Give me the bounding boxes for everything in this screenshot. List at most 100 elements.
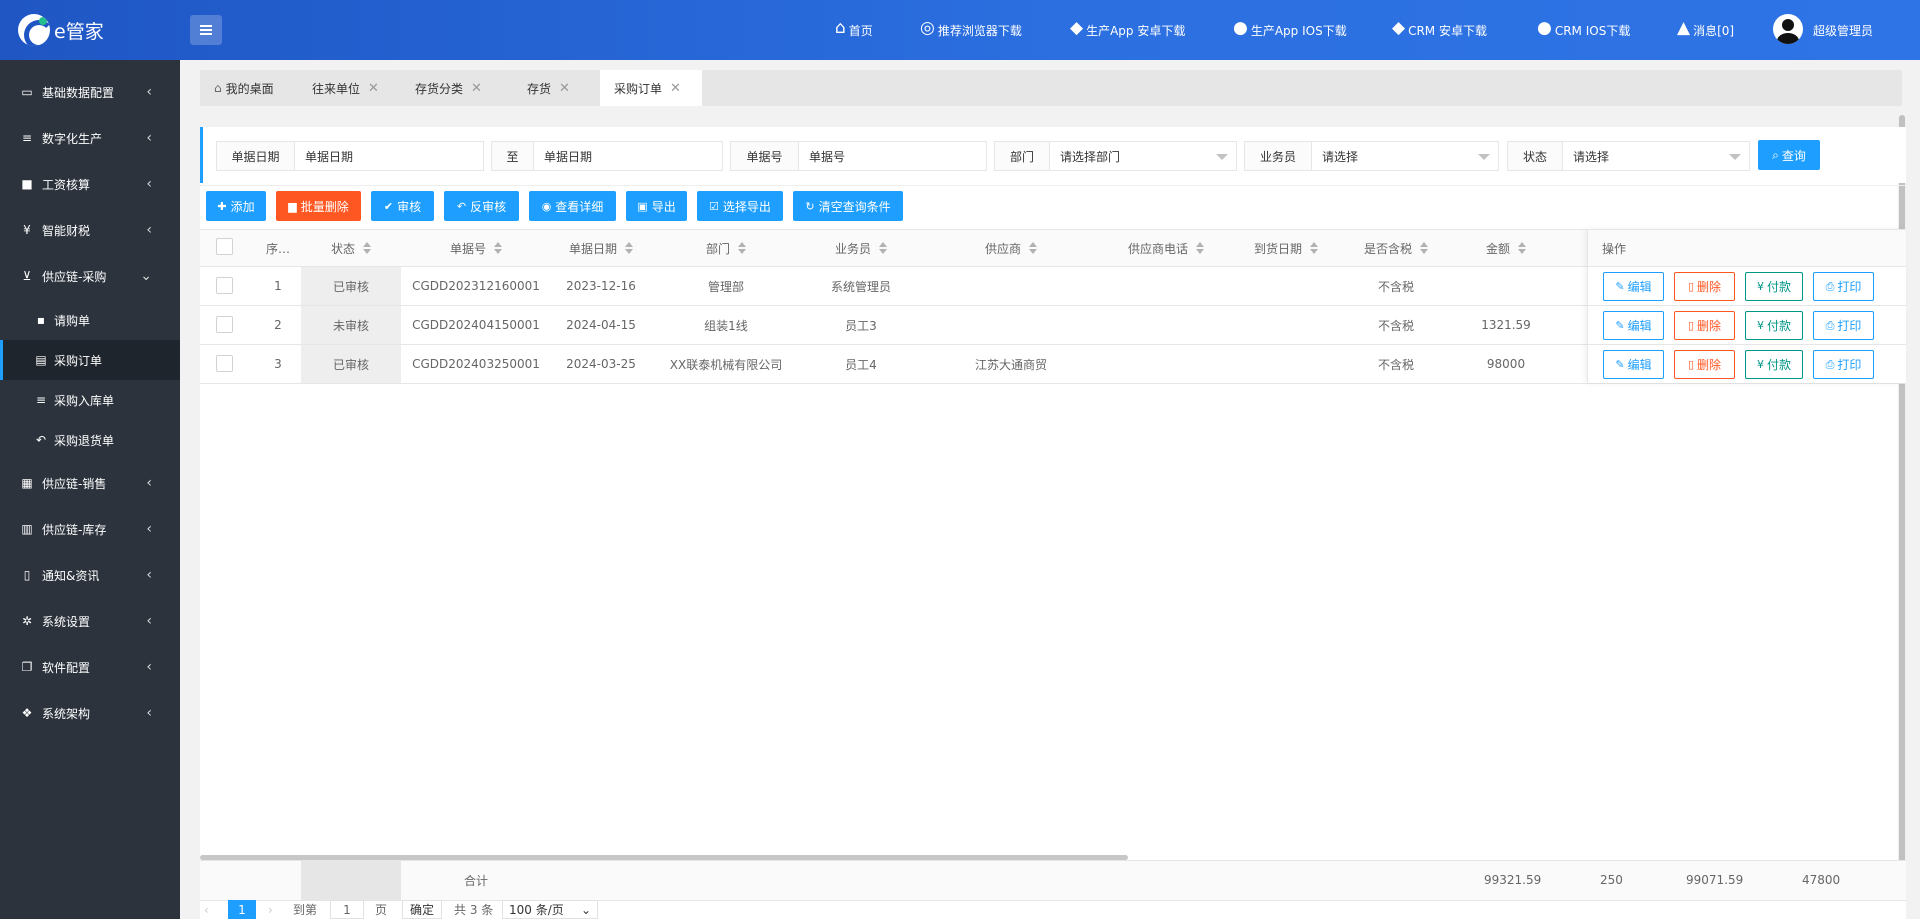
sort-icon[interactable] — [1518, 242, 1526, 254]
nav-home[interactable]: ⌂ 首页 — [835, 0, 873, 60]
number-input[interactable]: 单据号 — [798, 141, 987, 171]
delete-button[interactable]: ▯ 删除 — [1674, 350, 1735, 379]
nav-app-android-download[interactable]: ◆ 生产App 安卓下载 — [1070, 0, 1185, 60]
col-dept[interactable]: 部门 — [651, 229, 801, 267]
sidebar-item-news[interactable]: ▯ 通知&资讯 ‹ — [0, 552, 180, 598]
sidebar-item-system-settings[interactable]: ✲ 系统设置 ‹ — [0, 598, 180, 644]
delete-button[interactable]: ▯ 删除 — [1674, 311, 1735, 340]
goto-confirm-button[interactable]: 确定 — [402, 900, 442, 919]
edit-button[interactable]: ✎ 编辑 — [1603, 350, 1664, 379]
tab-inventory[interactable]: 存货 ✕ — [527, 70, 587, 106]
row-checkbox[interactable] — [216, 316, 233, 333]
tab-partners[interactable]: 往来单位 ✕ — [312, 70, 392, 106]
sort-icon[interactable] — [1029, 242, 1037, 254]
tab-desktop[interactable]: ⌂ 我的桌面 — [214, 70, 294, 106]
plus-icon: ✚ — [217, 199, 227, 213]
col-status[interactable]: 状态 — [301, 229, 401, 267]
sort-icon[interactable] — [494, 242, 502, 254]
sidebar-item-supply-purchase[interactable]: ⊻ 供应链-采购 ⌄ — [0, 253, 180, 299]
col-tax-included[interactable]: 是否含税 — [1341, 229, 1451, 267]
close-icon[interactable]: ✕ — [670, 81, 681, 96]
sort-icon[interactable] — [1196, 242, 1204, 254]
unaudit-button[interactable]: ↶ 反审核 — [444, 191, 519, 221]
next-page-icon[interactable]: › — [268, 900, 284, 919]
date-from-input[interactable]: 单据日期 — [294, 141, 484, 171]
clear-conditions-button[interactable]: ↻ 清空查询条件 — [793, 191, 903, 221]
col-supplier-phone[interactable]: 供应商电话 — [1101, 229, 1231, 267]
row-checkbox[interactable] — [216, 277, 233, 294]
pay-button[interactable]: ¥ 付款 — [1745, 350, 1803, 379]
batch-delete-button[interactable]: ▆ 批量删除 — [276, 191, 361, 221]
bell-icon: ▲ — [1677, 18, 1691, 38]
sort-icon[interactable] — [625, 242, 633, 254]
close-icon[interactable]: ✕ — [471, 81, 482, 96]
edit-button[interactable]: ✎ 编辑 — [1603, 272, 1664, 301]
salesman-select[interactable]: 请选择 — [1311, 141, 1499, 171]
col-number[interactable]: 单据号 — [401, 229, 551, 267]
tab-inventory-category[interactable]: 存货分类 ✕ — [415, 70, 495, 106]
row-checkbox[interactable] — [216, 355, 233, 372]
export-button[interactable]: ▣ 导出 — [626, 191, 687, 221]
edit-button[interactable]: ✎ 编辑 — [1603, 311, 1664, 340]
sort-icon[interactable] — [1310, 242, 1318, 254]
sidebar-item-payroll[interactable]: ■ 工资核算 ‹ — [0, 161, 180, 207]
page-input[interactable]: 1 — [330, 900, 364, 919]
sort-icon[interactable] — [879, 242, 887, 254]
tab-purchase-order[interactable]: 采购订单 ✕ — [600, 70, 702, 106]
delete-button[interactable]: ▯ 删除 — [1674, 272, 1735, 301]
sidebar-item-digital-production[interactable]: ≡ 数字化生产 ‹ — [0, 115, 180, 161]
yen-icon: ¥ — [1756, 280, 1764, 293]
nav-app-ios-download[interactable]: ● 生产App IOS下载 — [1233, 0, 1347, 60]
view-detail-button[interactable]: ◉ 查看详细 — [529, 191, 616, 221]
user-name[interactable]: 超级管理员 — [1813, 0, 1873, 60]
sidebar-item-system-architecture[interactable]: ❖ 系统架构 ‹ — [0, 690, 180, 736]
user-avatar[interactable] — [1773, 14, 1803, 44]
print-button[interactable]: ⎙ 打印 — [1813, 311, 1874, 340]
col-arrival-date[interactable]: 到货日期 — [1231, 229, 1341, 267]
gears-icon: ✲ — [21, 614, 33, 628]
col-supplier[interactable]: 供应商 — [921, 229, 1101, 267]
sidebar-subitem-requisition[interactable]: ▪ 请购单 — [0, 300, 180, 340]
status-select[interactable]: 请选择 — [1562, 141, 1750, 171]
page-current[interactable]: 1 — [228, 900, 256, 919]
pay-button[interactable]: ¥ 付款 — [1745, 272, 1803, 301]
sidebar-item-supply-sales[interactable]: ▦ 供应链-销售 ‹ — [0, 460, 180, 506]
app-logo[interactable]: e管家 — [18, 14, 104, 46]
total-value: 250 — [1600, 873, 1623, 887]
sidebar-item-basic-data[interactable]: ▭ 基础数据配置 ‹ — [0, 69, 180, 115]
per-page-select[interactable]: 100 条/页 ⌄ — [502, 900, 598, 919]
date-to-input[interactable]: 单据日期 — [533, 141, 723, 171]
sidebar-item-finance-tax[interactable]: ¥ 智能财税 ‹ — [0, 207, 180, 253]
sidebar-subitem-purchase-return[interactable]: ↶ 采购退货单 — [0, 420, 180, 460]
sort-icon[interactable] — [1420, 242, 1428, 254]
sidebar-item-supply-inventory[interactable]: ▥ 供应链-库存 ‹ — [0, 506, 180, 552]
col-amount[interactable]: 金额 — [1451, 229, 1561, 267]
nav-browser-download[interactable]: ◎ 推荐浏览器下载 — [920, 0, 1022, 60]
sidebar-subitem-purchase-order[interactable]: ▤ 采购订单 — [0, 340, 180, 380]
chevron-down-icon: ⌄ — [580, 902, 591, 917]
number-label: 单据号 — [730, 141, 798, 171]
col-salesman[interactable]: 业务员 — [801, 229, 921, 267]
close-icon[interactable]: ✕ — [559, 81, 570, 96]
sidebar-subitem-purchase-inbound[interactable]: ≡ 采购入库单 — [0, 380, 180, 420]
sort-icon[interactable] — [363, 242, 371, 254]
audit-button[interactable]: ✔ 审核 — [371, 191, 434, 221]
nav-crm-android-download[interactable]: ◆ CRM 安卓下载 — [1392, 0, 1487, 60]
col-date[interactable]: 单据日期 — [551, 229, 651, 267]
nav-messages[interactable]: ▲ 消息[0] — [1677, 0, 1734, 60]
pay-button[interactable]: ¥ 付款 — [1745, 311, 1803, 340]
nav-crm-ios-download[interactable]: ● CRM IOS下载 — [1537, 0, 1630, 60]
close-icon[interactable]: ✕ — [368, 81, 379, 96]
query-button[interactable]: ⌕ 查询 — [1758, 140, 1820, 170]
sort-icon[interactable] — [738, 242, 746, 254]
select-all-checkbox[interactable] — [216, 238, 233, 255]
sidebar-item-software-config[interactable]: ❐ 软件配置 ‹ — [0, 644, 180, 690]
select-export-button[interactable]: ☑ 选择导出 — [697, 191, 783, 221]
menu-toggle-button[interactable] — [190, 15, 222, 45]
print-button[interactable]: ⎙ 打印 — [1813, 272, 1874, 301]
prev-page-icon[interactable]: ‹ — [204, 900, 220, 919]
dept-select[interactable]: 请选择部门 — [1049, 141, 1237, 171]
add-button[interactable]: ✚ 添加 — [206, 191, 266, 221]
print-button[interactable]: ⎙ 打印 — [1813, 350, 1874, 379]
hamburger-icon — [200, 25, 212, 27]
